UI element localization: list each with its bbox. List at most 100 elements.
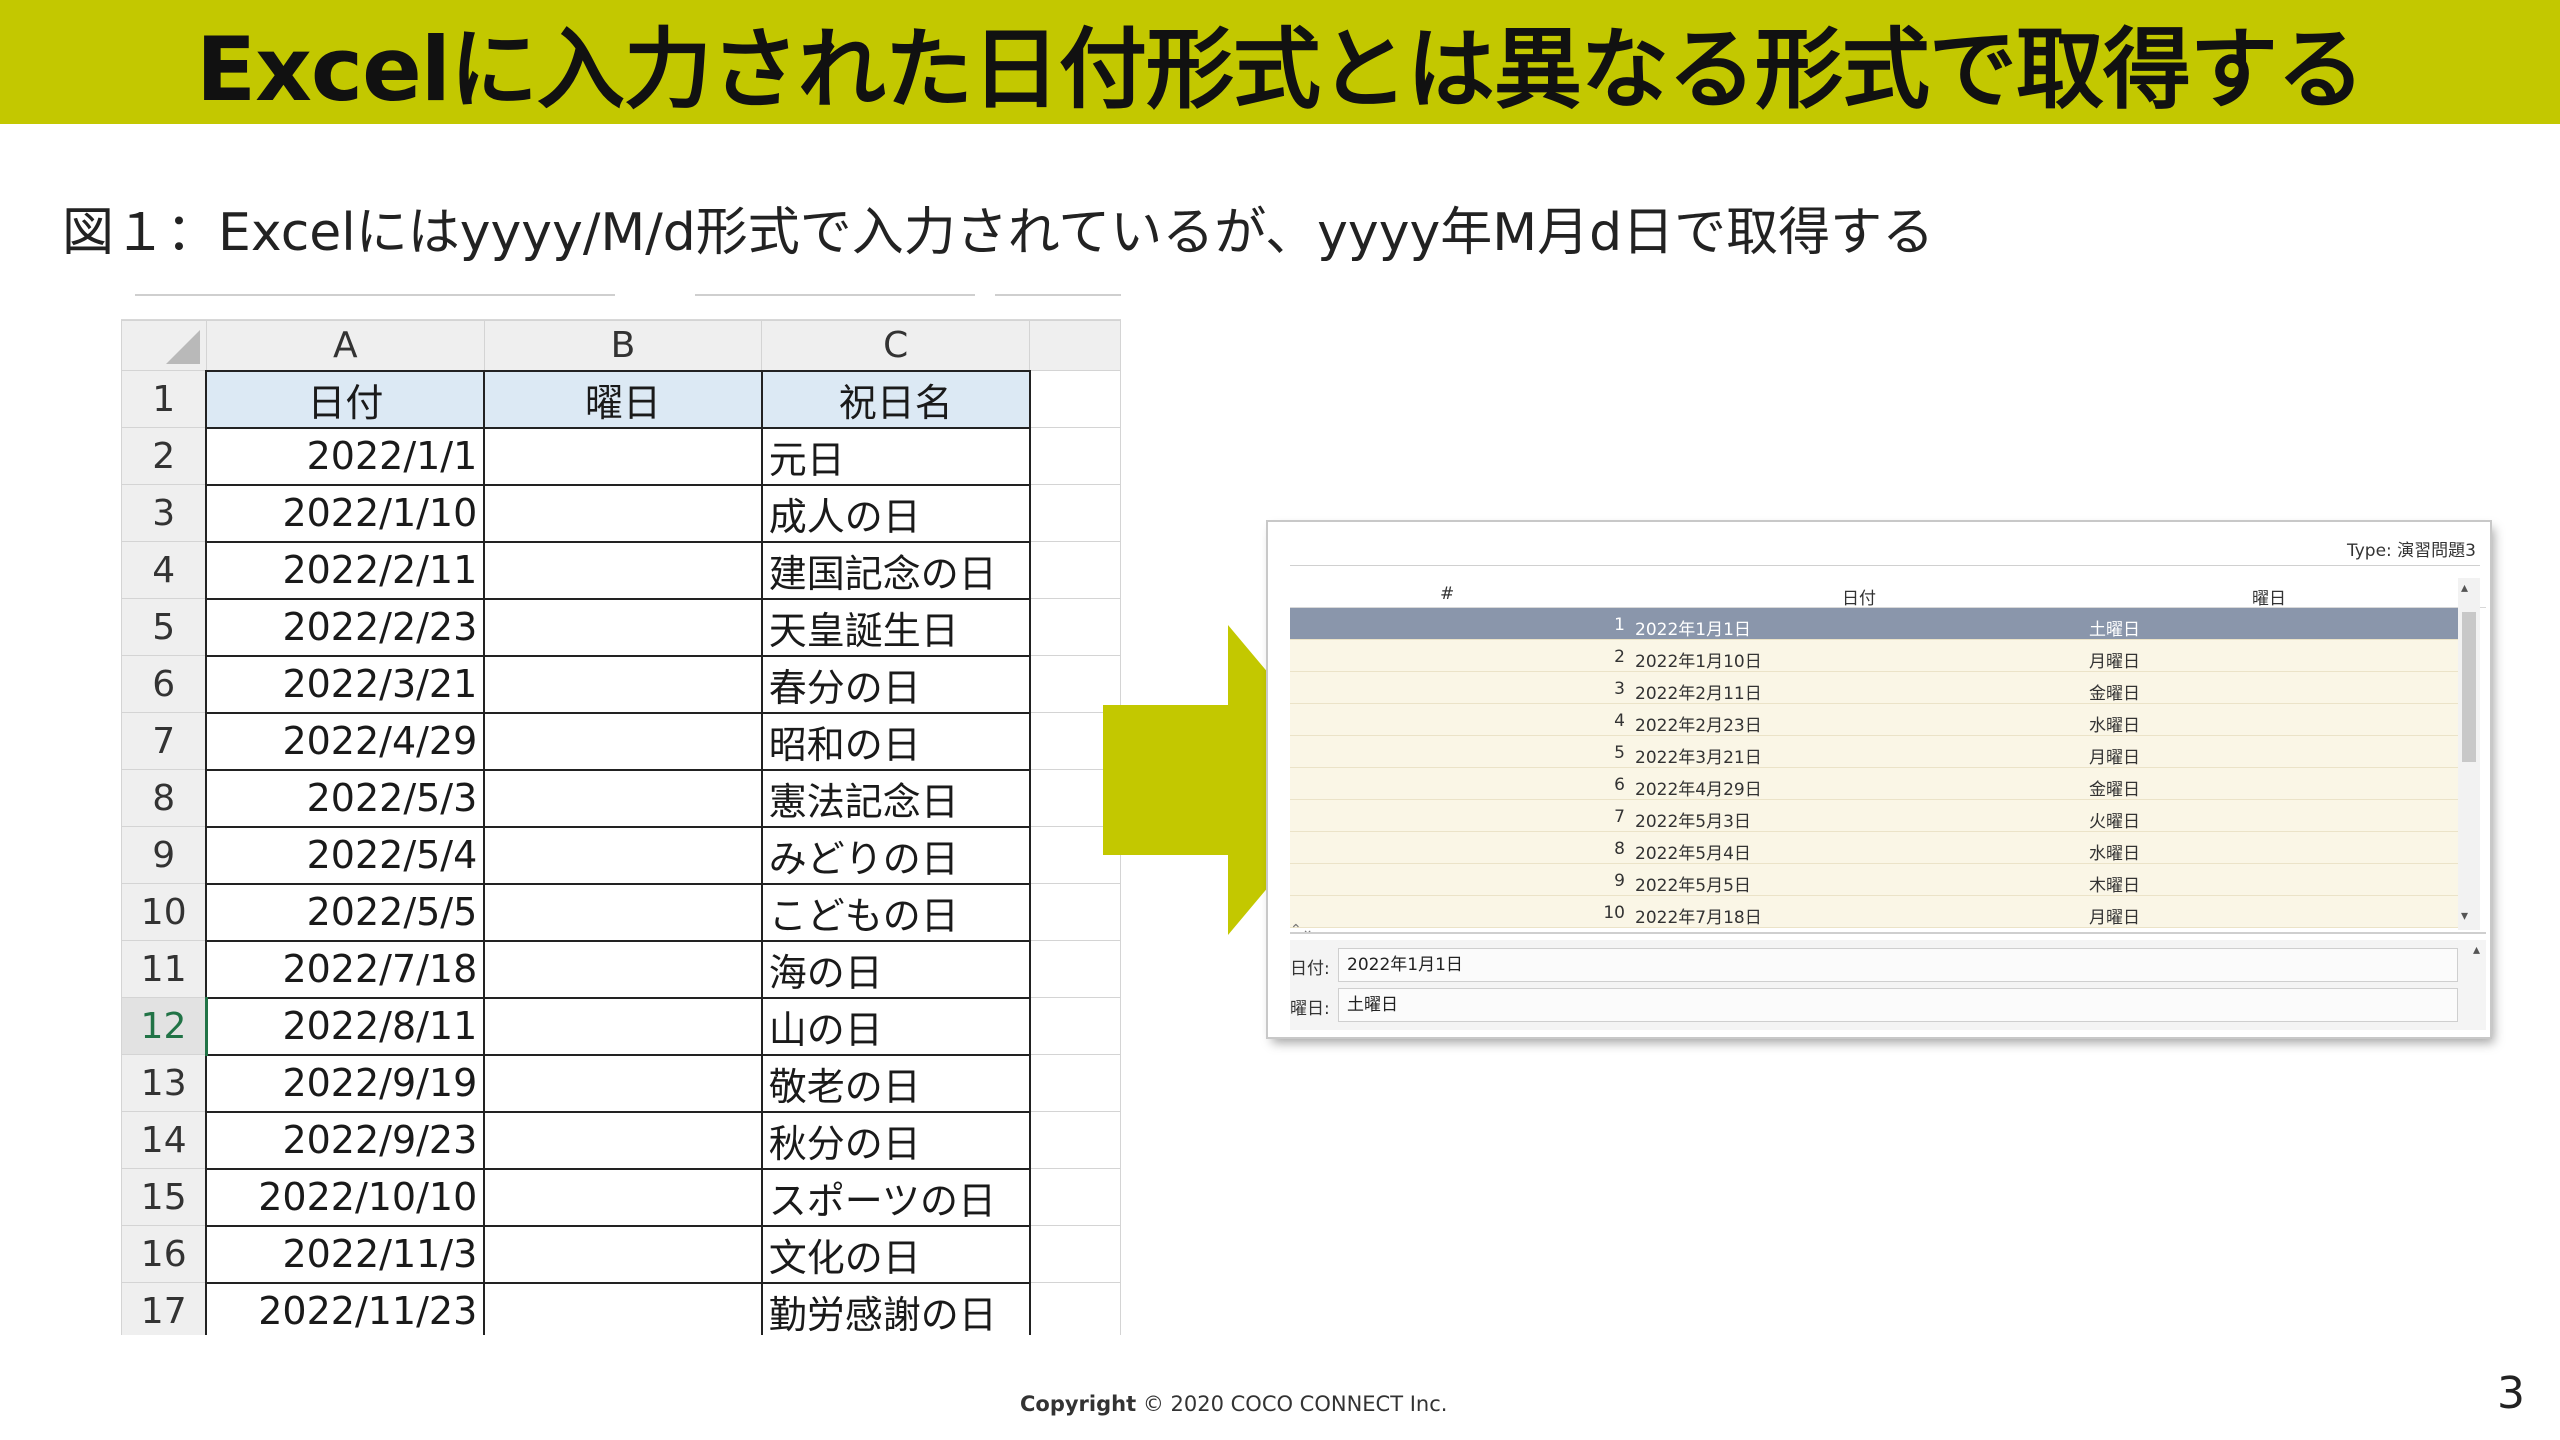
day-field[interactable]: 土曜日 [1338, 988, 2458, 1022]
grid-row[interactable]: 10 2022年7月18日 月曜日 [1290, 896, 2470, 928]
row-header[interactable]: 6 [121, 655, 207, 713]
date-cell[interactable]: 2022/10/10 [205, 1167, 486, 1227]
row-header[interactable]: 8 [121, 769, 207, 827]
cell-empty[interactable] [1029, 997, 1121, 1055]
grid-row[interactable]: 9 2022年5月5日 木曜日 [1290, 864, 2470, 896]
date-cell[interactable]: 2022/11/23 [205, 1281, 486, 1335]
holiday-cell[interactable]: 天皇誕生日 [760, 597, 1031, 657]
row-header[interactable]: 11 [121, 940, 207, 998]
row-header[interactable]: 2 [121, 427, 207, 485]
cell-empty[interactable] [1029, 1282, 1121, 1335]
row-header[interactable]: 15 [121, 1168, 207, 1226]
holiday-cell[interactable]: スポーツの日 [760, 1167, 1031, 1227]
row-header[interactable]: 17 [121, 1282, 207, 1335]
row-header[interactable]: 7 [121, 712, 207, 770]
grid-row[interactable]: 2 2022年1月10日 月曜日 [1290, 640, 2470, 672]
holiday-cell[interactable]: 成人の日 [760, 483, 1031, 543]
row-header[interactable]: 5 [121, 598, 207, 656]
date-cell[interactable]: 2022/11/3 [205, 1224, 486, 1284]
holiday-cell[interactable]: 敬老の日 [760, 1053, 1031, 1113]
holiday-cell[interactable]: 勤労感謝の日 [760, 1281, 1031, 1335]
day-cell[interactable] [483, 1110, 763, 1170]
day-cell[interactable] [483, 540, 763, 600]
date-cell[interactable]: 2022/7/18 [205, 939, 486, 999]
splitter[interactable] [1290, 932, 2486, 934]
column-header-a[interactable]: A [205, 320, 485, 371]
row-header[interactable]: 9 [121, 826, 207, 884]
grid-scrollbar[interactable]: ▴ ▾ [2458, 578, 2480, 930]
form-scroll-up-icon[interactable]: ▴ [2473, 942, 2480, 958]
cell-empty[interactable] [1029, 370, 1121, 428]
date-cell[interactable]: 2022/5/5 [205, 882, 486, 942]
day-cell[interactable] [483, 1224, 763, 1284]
holiday-cell[interactable]: 文化の日 [760, 1224, 1031, 1284]
grid-col-date[interactable]: 日付 [1842, 584, 1876, 609]
column-header-d[interactable] [1029, 320, 1121, 371]
date-cell[interactable]: 2022/2/11 [205, 540, 486, 600]
scroll-up-icon[interactable]: ▴ [2461, 580, 2468, 596]
row-header[interactable]: 4 [121, 541, 207, 599]
date-field[interactable]: 2022年1月1日 [1338, 948, 2458, 982]
date-cell[interactable]: 2022/9/23 [205, 1110, 486, 1170]
grid-row[interactable]: 8 2022年5月4日 水曜日 [1290, 832, 2470, 864]
row-header[interactable]: 12 [121, 997, 208, 1055]
scroll-down-icon[interactable]: ▾ [2461, 908, 2468, 924]
date-cell[interactable]: 2022/5/3 [205, 768, 486, 828]
holiday-cell[interactable]: 建国記念の日 [760, 540, 1031, 600]
holiday-cell[interactable]: 春分の日 [760, 654, 1031, 714]
row-header[interactable]: 16 [121, 1225, 207, 1283]
day-cell[interactable] [483, 825, 763, 885]
grid-row[interactable]: 3 2022年2月11日 金曜日 [1290, 672, 2470, 704]
cell-empty[interactable] [1029, 1225, 1121, 1283]
day-cell[interactable] [483, 1281, 763, 1335]
day-cell[interactable] [483, 1053, 763, 1113]
day-cell[interactable] [483, 483, 763, 543]
day-cell[interactable] [483, 996, 763, 1056]
holiday-cell[interactable]: 元日 [760, 426, 1031, 486]
column-header-b[interactable]: B [483, 320, 763, 371]
header-cell-holiday[interactable]: 祝日名 [760, 369, 1031, 429]
grid-row[interactable]: 1 2022年1月1日 土曜日 [1290, 608, 2470, 640]
header-cell-date[interactable]: 日付 [205, 369, 486, 429]
day-cell[interactable] [483, 768, 763, 828]
scroll-thumb[interactable] [2462, 612, 2476, 762]
row-header[interactable]: 13 [121, 1054, 207, 1112]
date-cell[interactable]: 2022/9/19 [205, 1053, 486, 1113]
row-header[interactable]: 1 [121, 370, 207, 428]
row-header[interactable]: 10 [121, 883, 207, 941]
date-cell[interactable]: 2022/2/23 [205, 597, 486, 657]
cell-empty[interactable] [1029, 484, 1121, 542]
pager-icon[interactable]: ⌃⌄ [1290, 922, 1313, 938]
day-cell[interactable] [483, 711, 763, 771]
day-cell[interactable] [483, 939, 763, 999]
day-cell[interactable] [483, 426, 763, 486]
column-header-c[interactable]: C [761, 320, 1031, 371]
grid-row[interactable]: 7 2022年5月3日 火曜日 [1290, 800, 2470, 832]
day-cell[interactable] [483, 1167, 763, 1227]
holiday-cell[interactable]: こどもの日 [760, 882, 1031, 942]
date-cell[interactable]: 2022/8/11 [205, 996, 486, 1056]
date-cell[interactable]: 2022/1/10 [205, 483, 486, 543]
holiday-cell[interactable]: 秋分の日 [760, 1110, 1031, 1170]
cell-empty[interactable] [1029, 1054, 1121, 1112]
grid-row[interactable]: 4 2022年2月23日 水曜日 [1290, 704, 2470, 736]
cell-empty[interactable] [1029, 427, 1121, 485]
holiday-cell[interactable]: 山の日 [760, 996, 1031, 1056]
day-cell[interactable] [483, 597, 763, 657]
date-cell[interactable]: 2022/1/1 [205, 426, 486, 486]
cell-empty[interactable] [1029, 541, 1121, 599]
holiday-cell[interactable]: 海の日 [760, 939, 1031, 999]
header-cell-day[interactable]: 曜日 [483, 369, 763, 429]
cell-empty[interactable] [1029, 940, 1121, 998]
date-cell[interactable]: 2022/4/29 [205, 711, 486, 771]
grid-col-day[interactable]: 曜日 [2252, 584, 2286, 609]
holiday-cell[interactable]: 憲法記念日 [760, 768, 1031, 828]
day-cell[interactable] [483, 882, 763, 942]
select-all-corner[interactable] [121, 320, 207, 371]
grid-col-num[interactable]: # [1440, 584, 1454, 604]
cell-empty[interactable] [1029, 1168, 1121, 1226]
row-header[interactable]: 3 [121, 484, 207, 542]
grid-row[interactable]: 6 2022年4月29日 金曜日 [1290, 768, 2470, 800]
cell-empty[interactable] [1029, 1111, 1121, 1169]
date-cell[interactable]: 2022/3/21 [205, 654, 486, 714]
